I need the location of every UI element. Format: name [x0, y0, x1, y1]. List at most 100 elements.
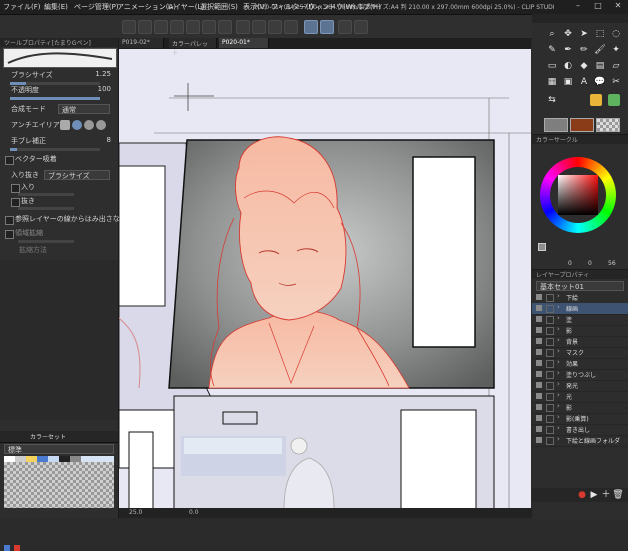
pen-tool-icon[interactable]: ✒ — [562, 44, 574, 56]
taper-end-checkbox[interactable] — [11, 198, 20, 207]
fill-icon[interactable] — [252, 20, 266, 34]
airbrush-tool-icon[interactable]: ✦ — [610, 44, 622, 56]
text-tool-icon[interactable]: A — [578, 76, 590, 88]
fg-swap-icon[interactable]: ⇆ — [546, 94, 558, 106]
select-tool-icon[interactable]: ⬚ — [594, 28, 606, 40]
blend-tool-icon[interactable]: ◐ — [562, 60, 574, 72]
folder-expand-icon[interactable]: › — [557, 380, 560, 388]
folder-expand-icon[interactable]: › — [557, 303, 560, 311]
canvas-artwork[interactable] — [119, 38, 531, 509]
brush-tool-icon[interactable]: 🖌 — [594, 44, 606, 56]
visibility-icon[interactable] — [536, 316, 542, 322]
antialias-strong-icon[interactable] — [96, 120, 106, 130]
antialias-weak-icon[interactable] — [72, 120, 82, 130]
close-icon[interactable]: ✕ — [612, 1, 624, 12]
new-layer-icon[interactable]: ＋ — [600, 489, 612, 501]
taper-select[interactable]: ブラシサイズ — [44, 170, 110, 180]
folder-expand-icon[interactable]: › — [557, 325, 560, 333]
visibility-icon[interactable] — [536, 327, 542, 333]
fill-tool-icon[interactable]: ◆ — [578, 60, 590, 72]
lock-icon[interactable] — [546, 338, 554, 346]
menu-file[interactable]: ファイル(F) — [3, 2, 41, 12]
gradient-tool-icon[interactable]: ▤ — [594, 60, 606, 72]
saturation-value-square[interactable] — [558, 175, 598, 215]
minimize-icon[interactable]: – — [572, 1, 584, 12]
bg-color-icon[interactable] — [608, 94, 620, 106]
eraser-tool-icon[interactable]: ▭ — [546, 60, 558, 72]
menu-layer[interactable]: レイヤー(L) — [167, 2, 204, 12]
eyedropper-icon[interactable]: ✎ — [546, 44, 558, 56]
layer-row[interactable]: › 下絵と線画フォルダ — [532, 435, 628, 447]
play-icon[interactable]: ▶ — [588, 489, 600, 501]
open-icon[interactable] — [138, 20, 152, 34]
lock-icon[interactable] — [546, 415, 554, 423]
brush-size-value[interactable]: 1.25 — [95, 70, 111, 78]
balloon-tool-icon[interactable]: 💬 — [594, 76, 606, 88]
hsv-v[interactable]: 56 — [608, 260, 616, 267]
visibility-icon[interactable] — [536, 360, 542, 366]
pen-pressure-icon[interactable] — [354, 20, 368, 34]
clear-icon[interactable] — [236, 20, 250, 34]
taper-start-checkbox[interactable] — [11, 184, 20, 193]
visibility-icon[interactable] — [536, 382, 542, 388]
visibility-icon[interactable] — [536, 393, 542, 399]
antialias-mid-icon[interactable] — [84, 120, 94, 130]
folder-expand-icon[interactable]: › — [557, 424, 560, 432]
figure-tool-icon[interactable]: ▱ — [610, 60, 622, 72]
select-icon[interactable] — [284, 20, 298, 34]
correct-line-icon[interactable]: ✂ — [610, 76, 622, 88]
zoom-value[interactable]: 25.0 — [129, 509, 142, 516]
print-icon[interactable] — [170, 20, 184, 34]
lock-icon[interactable] — [546, 404, 554, 412]
ref-layer-checkbox[interactable] — [5, 216, 14, 225]
visibility-icon[interactable] — [536, 349, 542, 355]
current-color-chip[interactable] — [538, 243, 546, 251]
lock-icon[interactable] — [546, 382, 554, 390]
maximize-icon[interactable]: □ — [592, 1, 604, 12]
visibility-icon[interactable] — [536, 437, 542, 443]
transform-icon[interactable] — [268, 20, 282, 34]
stabilization-slider[interactable] — [10, 148, 100, 151]
fg-color-chip[interactable] — [4, 545, 10, 551]
lasso-tool-icon[interactable]: ◌ — [610, 28, 622, 40]
save-icon[interactable] — [154, 20, 168, 34]
folder-expand-icon[interactable]: › — [557, 402, 560, 410]
color-set-tab[interactable]: カラーセット — [30, 432, 66, 441]
visibility-icon[interactable] — [536, 404, 542, 410]
hsv-h[interactable]: 0 — [568, 260, 572, 267]
lock-icon[interactable] — [546, 371, 554, 379]
record-icon[interactable]: ● — [576, 489, 588, 501]
main-color-chip[interactable] — [544, 118, 568, 132]
color-swatch-grid[interactable] — [4, 456, 114, 508]
expand-slider[interactable] — [18, 240, 74, 243]
canvas-area[interactable] — [119, 38, 531, 509]
doc-tab-p019[interactable]: P019-02* — [119, 38, 164, 48]
folder-expand-icon[interactable]: › — [557, 292, 560, 300]
lock-icon[interactable] — [546, 327, 554, 335]
lock-icon[interactable] — [546, 349, 554, 357]
redo-icon[interactable] — [202, 20, 216, 34]
lock-icon[interactable] — [546, 316, 554, 324]
antialias-none-icon[interactable] — [60, 120, 70, 130]
folder-expand-icon[interactable]: › — [557, 413, 560, 421]
menu-page[interactable]: ページ管理(P) — [74, 2, 119, 12]
menu-edit[interactable]: 編集(E) — [44, 2, 68, 12]
operation-tool-icon[interactable]: ➤ — [578, 28, 590, 40]
expand-checkbox[interactable] — [5, 230, 14, 239]
taper-end-slider[interactable] — [18, 207, 74, 210]
visibility-icon[interactable] — [536, 415, 542, 421]
hue-ring[interactable] — [540, 157, 616, 233]
vector-checkbox[interactable] — [5, 156, 14, 165]
bg-color-chip[interactable] — [14, 545, 20, 551]
visibility-icon[interactable] — [536, 338, 542, 344]
folder-expand-icon[interactable]: › — [557, 336, 560, 344]
new-file-icon[interactable] — [122, 20, 136, 34]
delete-layer-icon[interactable]: 🗑 — [612, 489, 624, 501]
visibility-icon[interactable] — [536, 371, 542, 377]
opacity-value[interactable]: 100 — [98, 85, 111, 93]
snap-ruler-icon[interactable] — [304, 20, 318, 34]
frame-tool-icon[interactable]: ▦ — [546, 76, 558, 88]
doc-tab-p020[interactable]: P020-01* — [219, 38, 269, 48]
ruler-tool-icon[interactable]: ▣ — [562, 76, 574, 88]
stabilization-value[interactable]: 8 — [107, 136, 111, 144]
